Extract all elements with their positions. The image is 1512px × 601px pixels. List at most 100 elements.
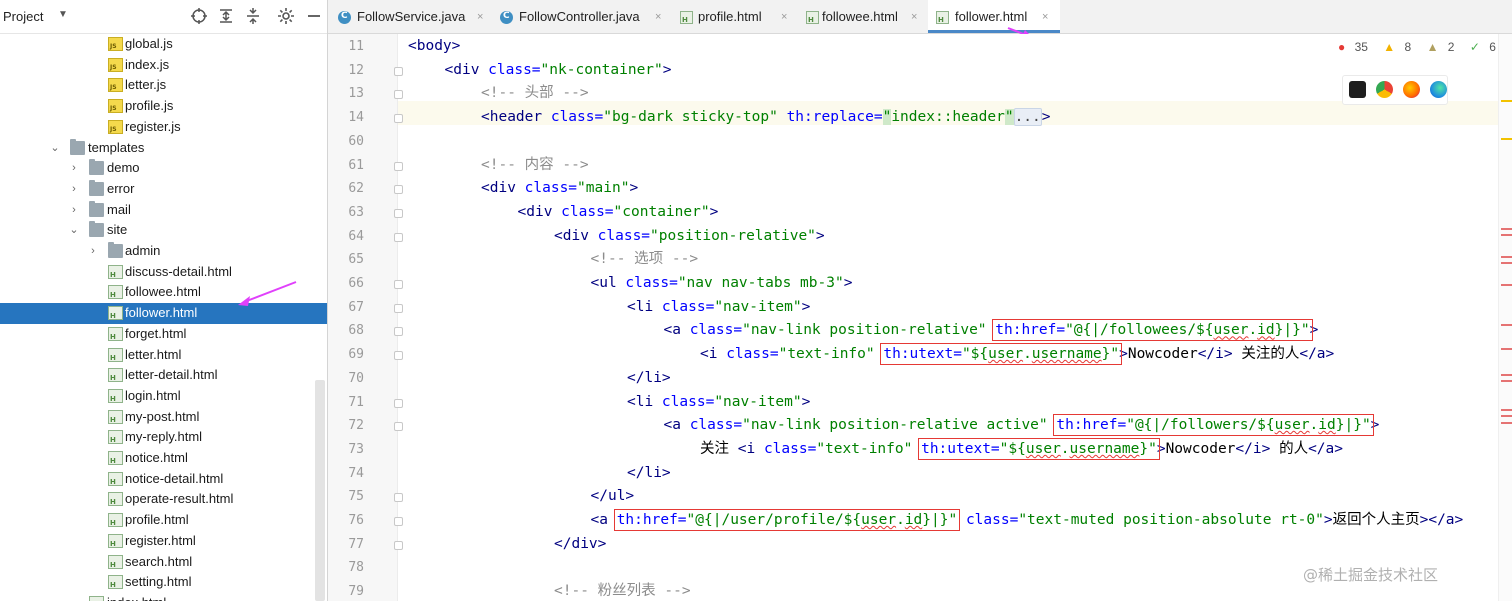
error-count[interactable]: ● 35 <box>1338 40 1374 54</box>
fold-toggle-icon[interactable] <box>394 517 403 526</box>
code-line[interactable]: <li class="nav-item"> <box>627 391 810 415</box>
chevron-down-icon[interactable]: ⌄ <box>49 138 61 158</box>
close-icon[interactable]: × <box>781 0 787 34</box>
fold-toggle-icon[interactable] <box>394 208 403 218</box>
chevron-down-icon[interactable]: ▼ <box>58 9 68 20</box>
tree-item-search-html[interactable]: search.html <box>0 552 327 573</box>
stripe-marker[interactable] <box>1501 234 1512 236</box>
close-icon[interactable]: × <box>911 0 917 34</box>
tree-folder-mail[interactable]: › mail <box>0 200 327 221</box>
stripe-marker[interactable] <box>1501 138 1512 140</box>
tab-follow-service-java[interactable]: FollowService.java × <box>334 0 490 33</box>
fold-toggle-icon[interactable] <box>394 422 403 432</box>
fold-toggle-icon[interactable] <box>394 280 403 289</box>
chevron-down-icon[interactable]: ⌄ <box>68 220 80 240</box>
project-scrollbar[interactable] <box>315 380 325 601</box>
stripe-marker[interactable] <box>1501 284 1512 286</box>
expand-all-icon[interactable] <box>216 6 236 26</box>
fold-toggle-icon[interactable] <box>394 66 403 76</box>
code-line[interactable]: <!-- 头部 --> <box>481 82 589 106</box>
tree-item-letter-html[interactable]: letter.html <box>0 345 327 366</box>
code-line[interactable]: </ul> <box>591 485 635 509</box>
tree-item-my-reply-html[interactable]: my-reply.html <box>0 427 327 448</box>
fold-toggle-icon[interactable] <box>394 303 403 313</box>
warning-count[interactable]: ▲ 8 <box>1383 40 1417 54</box>
tree-folder-templates[interactable]: ⌄ templates <box>0 138 327 159</box>
chevron-right-icon[interactable]: › <box>68 200 80 220</box>
stripe-marker[interactable] <box>1501 324 1512 326</box>
code-line[interactable]: <ul class="nav nav-tabs mb-3"> <box>591 272 853 296</box>
chrome-icon[interactable] <box>1376 81 1393 98</box>
tree-folder-admin[interactable]: › admin <box>0 241 327 262</box>
fold-toggle-icon[interactable] <box>394 493 403 503</box>
error-stripe[interactable] <box>1498 34 1512 601</box>
tree-item-setting-html[interactable]: setting.html <box>0 572 327 593</box>
fold-toggle-icon[interactable] <box>394 232 403 242</box>
stripe-marker[interactable] <box>1501 100 1512 102</box>
code-line[interactable]: <div class="nk-container"> <box>445 59 672 83</box>
tree-item-letter-js[interactable]: letter.js <box>0 75 327 96</box>
chevron-right-icon[interactable]: › <box>68 158 80 178</box>
tree-item-index-js[interactable]: index.js <box>0 55 327 76</box>
code-line[interactable]: <!-- 粉丝列表 --> <box>554 580 691 601</box>
tree-item-register-js[interactable]: register.js <box>0 117 327 138</box>
code-line[interactable]: <a class="nav-link position-relative act… <box>664 414 1379 438</box>
project-title[interactable]: Project <box>3 9 43 24</box>
stripe-marker[interactable] <box>1501 380 1512 382</box>
close-icon[interactable]: × <box>655 0 661 34</box>
tree-item-register-html[interactable]: register.html <box>0 531 327 552</box>
code-line[interactable]: <!-- 内容 --> <box>481 154 589 178</box>
code-line[interactable]: </li> <box>627 367 671 391</box>
stripe-marker[interactable] <box>1501 409 1512 411</box>
fold-toggle-icon[interactable] <box>394 185 403 195</box>
close-icon[interactable]: × <box>1042 0 1048 34</box>
weak-warning-count[interactable]: ▲ 2 <box>1427 40 1461 54</box>
locate-icon[interactable] <box>189 6 209 26</box>
tree-item-profile-js[interactable]: profile.js <box>0 96 327 117</box>
tree-folder-error[interactable]: › error <box>0 179 327 200</box>
fold-toggle-icon[interactable] <box>394 398 403 408</box>
code-line[interactable]: <i class="text-info" th:utext="${user.us… <box>700 343 1334 367</box>
tree-item-my-post-html[interactable]: my-post.html <box>0 407 327 428</box>
tree-item-letter-detail-html[interactable]: letter-detail.html <box>0 365 327 386</box>
tree-item-notice-detail-html[interactable]: notice-detail.html <box>0 469 327 490</box>
code-line[interactable]: <body> <box>408 35 460 59</box>
tree-item-index-html[interactable]: index.html <box>0 593 327 601</box>
chevron-right-icon[interactable]: › <box>68 179 80 199</box>
code-line[interactable]: <li class="nav-item"> <box>627 296 810 320</box>
code-line[interactable]: <!-- 选项 --> <box>591 248 699 272</box>
stripe-marker[interactable] <box>1501 256 1512 258</box>
tree-folder-site[interactable]: ⌄ site <box>0 220 327 241</box>
code-line[interactable]: </div> <box>554 533 606 557</box>
tab-followee-html[interactable]: followee.html × <box>802 0 924 33</box>
fold-toggle-icon[interactable] <box>394 114 403 124</box>
tree-folder-demo[interactable]: › demo <box>0 158 327 179</box>
collapse-all-icon[interactable] <box>243 6 263 26</box>
tree-item-notice-html[interactable]: notice.html <box>0 448 327 469</box>
fold-toggle-icon[interactable] <box>394 351 403 361</box>
stripe-marker[interactable] <box>1501 228 1512 230</box>
minimize-icon[interactable] <box>304 6 324 26</box>
tree-item-forget-html[interactable]: forget.html <box>0 324 327 345</box>
tree-item-global-js[interactable]: global.js <box>0 34 327 55</box>
tree-item-profile-html[interactable]: profile.html <box>0 510 327 531</box>
code-line[interactable]: </li> <box>627 462 671 486</box>
edge-icon[interactable] <box>1430 81 1447 98</box>
intellij-browser-icon[interactable] <box>1349 81 1366 98</box>
tree-item-operate-result-html[interactable]: operate-result.html <box>0 489 327 510</box>
code-line[interactable]: <div class="main"> <box>481 177 638 201</box>
code-line[interactable]: <a class="nav-link position-relative" th… <box>664 319 1318 343</box>
firefox-icon[interactable] <box>1403 81 1420 98</box>
stripe-marker[interactable] <box>1501 422 1512 424</box>
stripe-marker[interactable] <box>1501 262 1512 264</box>
inspection-widget[interactable]: ● 35 ▲ 8 ▲ 2 ✓ 6 ⌃ <box>1338 38 1512 56</box>
tab-follower-html[interactable]: follower.html × <box>928 0 1060 33</box>
fold-toggle-icon[interactable] <box>394 161 403 171</box>
tab-profile-html[interactable]: profile.html × <box>676 0 794 33</box>
stripe-marker[interactable] <box>1501 348 1512 350</box>
stripe-marker[interactable] <box>1501 415 1512 417</box>
fold-toggle-icon[interactable] <box>394 540 403 550</box>
code-line[interactable]: <div class="container"> <box>518 201 719 225</box>
code-editor[interactable]: 11 12 13 14 60 61 62 63 64 65 66 67 68 69 70 71 72 73 74 75… <box>328 34 1512 601</box>
fold-toggle-icon[interactable] <box>394 90 403 100</box>
